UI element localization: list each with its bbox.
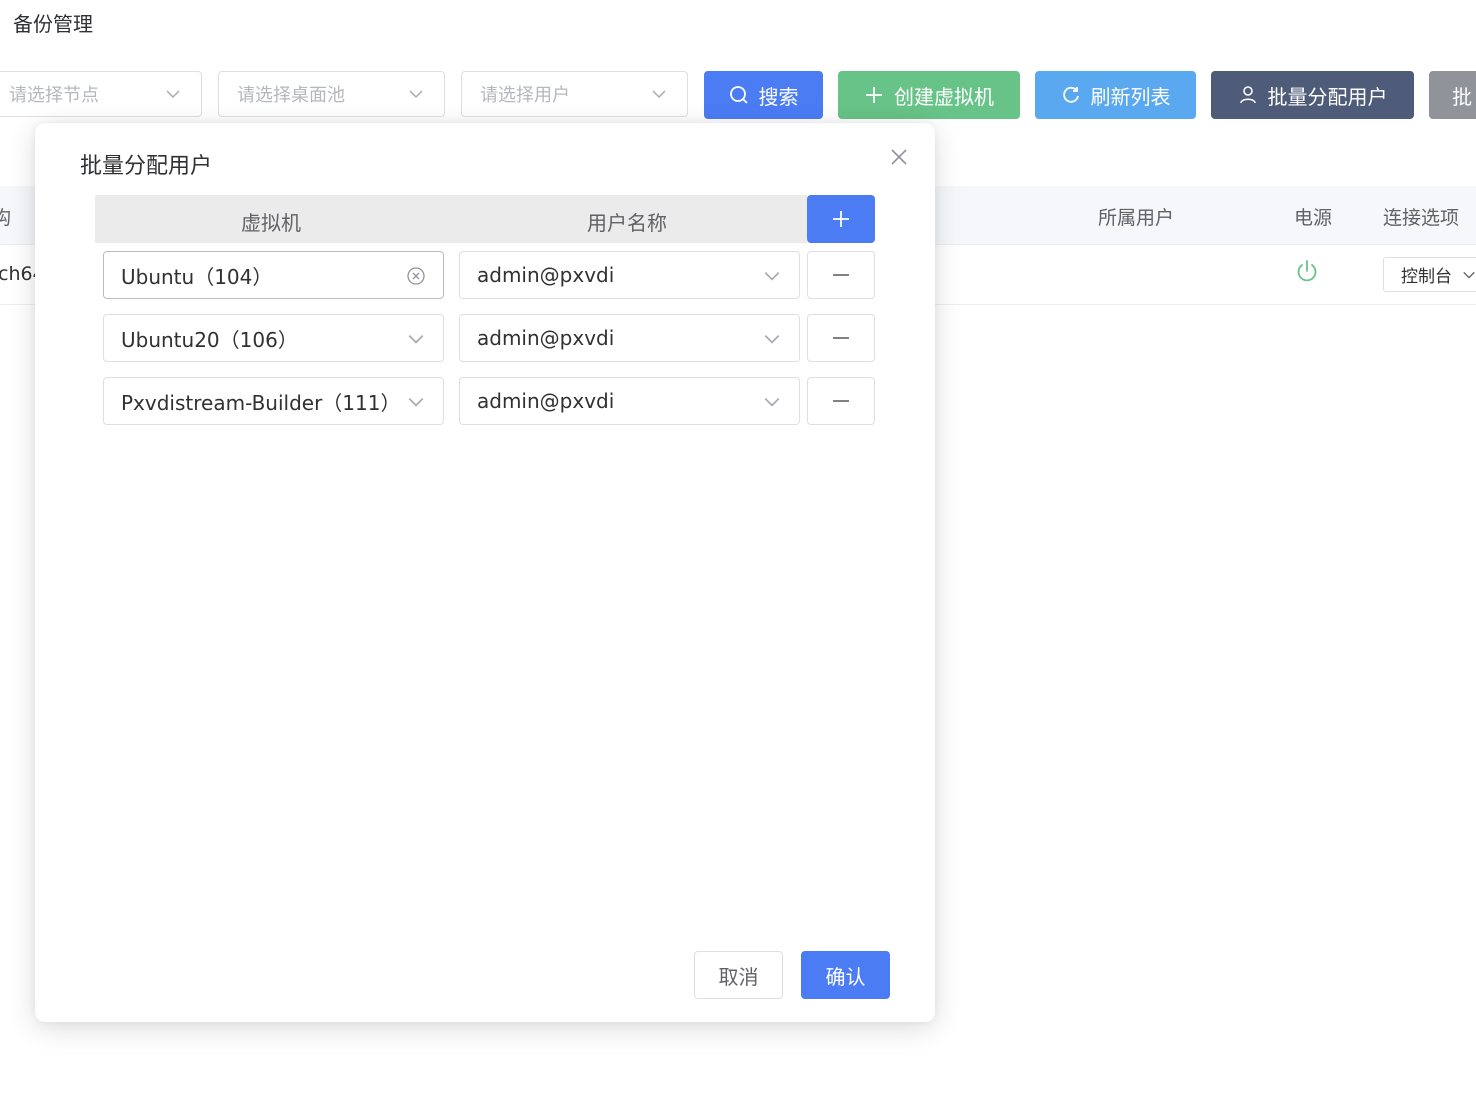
user-select[interactable]: 请选择用户 <box>461 71 688 117</box>
column-header-connect: 连接选项 <box>1383 207 1460 229</box>
refresh-list-button[interactable]: 刷新列表 <box>1035 71 1196 119</box>
batch-assign-dialog: 批量分配用户 虚拟机 用户名称 Ubuntu（104） admin@pxvdi … <box>35 123 935 1022</box>
column-header-owner: 所属用户 <box>1098 207 1175 229</box>
chevron-down-icon <box>652 90 666 99</box>
minus-icon <box>833 337 849 339</box>
page-title: 备份管理 <box>13 12 93 36</box>
remove-row-button[interactable] <box>807 314 875 362</box>
create-vm-button[interactable]: 创建虚拟机 <box>838 71 1020 119</box>
chevron-down-icon <box>408 398 424 407</box>
chevron-down-icon <box>409 90 423 99</box>
column-header-arch: 构 <box>0 207 12 229</box>
batch-more-button-label: 批 <box>1452 84 1472 109</box>
plus-icon <box>833 211 849 227</box>
user-select[interactable]: admin@pxvdi <box>459 251 800 299</box>
chevron-down-icon <box>408 335 424 344</box>
pool-select-placeholder: 请选择桌面池 <box>237 85 345 106</box>
chevron-down-icon <box>764 398 780 407</box>
node-select-placeholder: 请选择节点 <box>9 85 99 106</box>
minus-icon <box>833 400 849 402</box>
power-icon[interactable] <box>1294 258 1320 284</box>
user-select[interactable]: admin@pxvdi <box>459 314 800 362</box>
chevron-down-icon <box>764 272 780 281</box>
clear-circle-icon[interactable] <box>407 267 425 285</box>
pool-select[interactable]: 请选择桌面池 <box>218 71 445 117</box>
search-button[interactable]: 搜索 <box>704 71 823 119</box>
user-select-value: admin@pxvdi <box>477 326 615 350</box>
vm-select[interactable]: Pxvdistream-Builder（111） <box>103 377 444 425</box>
search-button-label: 搜索 <box>758 84 799 109</box>
batch-more-button[interactable]: 批 <box>1429 71 1476 119</box>
batch-assign-user-button-label: 批量分配用户 <box>1267 84 1388 109</box>
vm-select-value: Ubuntu（104） <box>121 264 273 289</box>
create-vm-button-label: 创建虚拟机 <box>894 84 994 109</box>
search-icon <box>729 86 748 104</box>
batch-assign-user-button[interactable]: 批量分配用户 <box>1211 71 1414 119</box>
dialog-title: 批量分配用户 <box>80 154 213 179</box>
column-header-vm: 虚拟机 <box>241 211 301 235</box>
close-icon[interactable] <box>889 147 909 167</box>
refresh-icon <box>1062 86 1079 103</box>
cancel-button[interactable]: 取消 <box>694 951 783 999</box>
user-select[interactable]: admin@pxvdi <box>459 377 800 425</box>
confirm-button[interactable]: 确认 <box>801 951 890 999</box>
assign-grid-header: 虚拟机 用户名称 <box>95 195 807 243</box>
connect-option-select[interactable]: 控制台 <box>1383 257 1476 292</box>
plus-icon <box>866 87 882 103</box>
refresh-list-button-label: 刷新列表 <box>1090 84 1171 109</box>
add-row-button[interactable] <box>807 195 875 243</box>
connect-option-value: 控制台 <box>1401 267 1452 287</box>
chevron-down-icon <box>1463 271 1475 279</box>
minus-icon <box>833 274 849 276</box>
user-select-value: admin@pxvdi <box>477 389 615 413</box>
user-icon <box>1239 86 1256 104</box>
user-select-value: admin@pxvdi <box>477 263 615 287</box>
chevron-down-icon <box>166 90 180 99</box>
chevron-down-icon <box>764 335 780 344</box>
vm-select[interactable]: Ubuntu20（106） <box>103 314 444 362</box>
column-header-username: 用户名称 <box>587 211 667 235</box>
vm-select-value: Pxvdistream-Builder（111） <box>121 390 401 415</box>
remove-row-button[interactable] <box>807 251 875 299</box>
node-select[interactable]: 请选择节点 <box>0 71 202 117</box>
remove-row-button[interactable] <box>807 377 875 425</box>
column-header-power: 电源 <box>1294 207 1333 229</box>
user-select-placeholder: 请选择用户 <box>480 85 570 106</box>
vm-select[interactable]: Ubuntu（104） <box>103 251 444 299</box>
vm-select-value: Ubuntu20（106） <box>121 327 298 352</box>
